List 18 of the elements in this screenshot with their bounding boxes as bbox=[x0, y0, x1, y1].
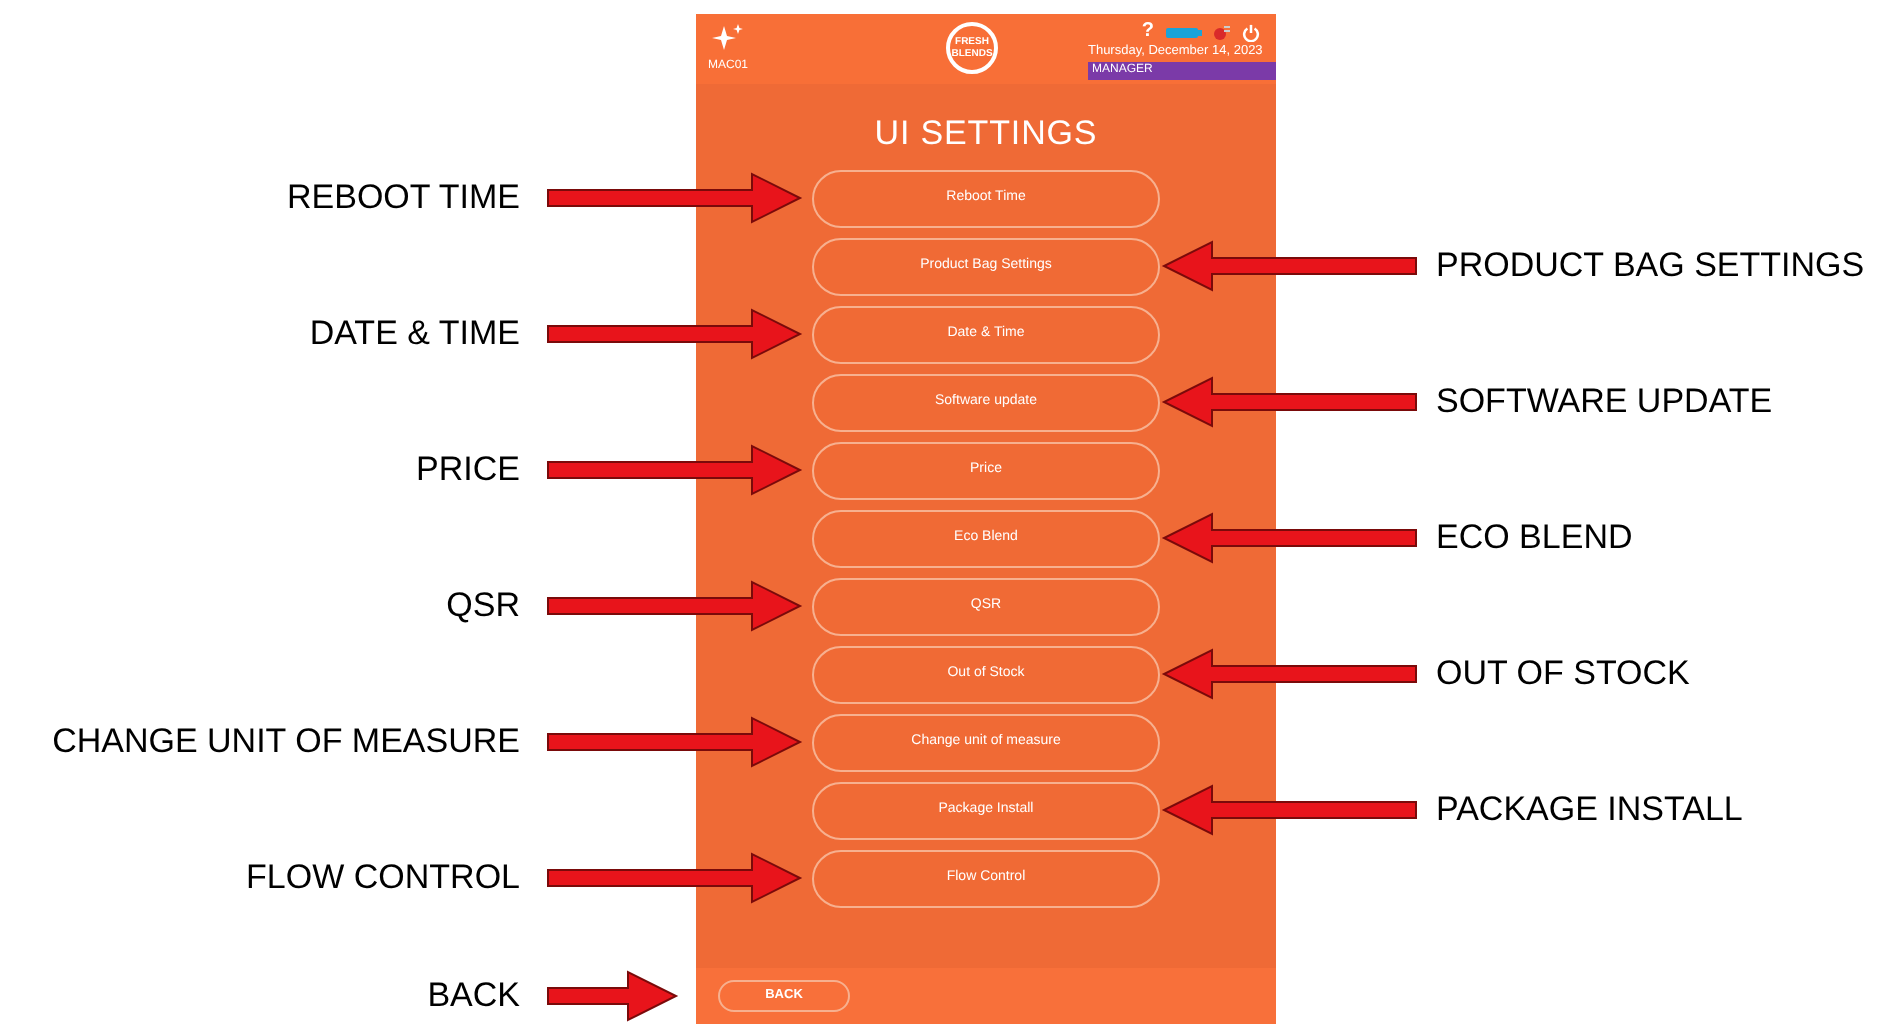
callout-label: SOFTWARE UPDATE bbox=[1436, 380, 1773, 425]
sparkle-icon bbox=[712, 22, 744, 54]
callout-label: DATE & TIME bbox=[309, 312, 520, 357]
callout-label: REBOOT TIME bbox=[286, 176, 520, 221]
callout-label: CHANGE UNIT OF MEASURE bbox=[52, 720, 520, 765]
callout-label: PRICE bbox=[416, 448, 520, 493]
callout-label: OUT OF STOCK bbox=[1436, 652, 1690, 697]
callout-label: ECO BLEND bbox=[1436, 516, 1633, 561]
callout-label: BACK bbox=[427, 974, 520, 1019]
callout-label: FLOW CONTROL bbox=[246, 856, 520, 901]
help-icon[interactable]: ? bbox=[1141, 22, 1154, 42]
page-title: UI SETTINGS bbox=[874, 111, 1098, 155]
callout-label: PRODUCT BAG SETTINGS bbox=[1436, 244, 1865, 289]
power-icon[interactable] bbox=[1241, 23, 1260, 41]
usb-icon bbox=[1165, 27, 1202, 37]
callout-label: QSR bbox=[446, 584, 520, 629]
arrow bbox=[544, 966, 680, 1026]
callout-label: PACKAGE INSTALL bbox=[1436, 788, 1743, 833]
